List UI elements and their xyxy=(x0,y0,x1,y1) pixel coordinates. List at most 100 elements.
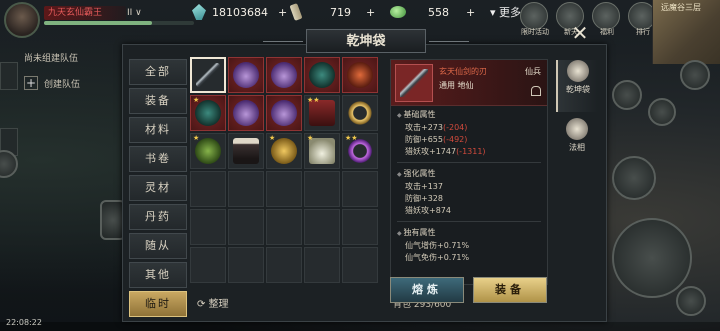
limited-event-icon[interactable]: 限时活动 xyxy=(520,2,549,36)
magic-treasure-icon xyxy=(566,118,588,140)
inventory-slot[interactable] xyxy=(190,171,226,207)
inventory-slot[interactable] xyxy=(190,247,226,283)
currency-scroll: 719 xyxy=(289,2,351,22)
qiankun-bag-icon xyxy=(567,60,589,82)
attribute-penalty: (-204) xyxy=(442,123,468,132)
equip-button[interactable]: 装备 xyxy=(473,277,547,303)
inventory-slot[interactable] xyxy=(304,171,340,207)
inventory-slot[interactable] xyxy=(190,209,226,245)
category-tab[interactable]: 材料 xyxy=(129,117,187,143)
player-indicator[interactable]: II ∨ xyxy=(127,8,142,18)
scroll-icon xyxy=(289,3,303,21)
clock: 22:08:22 xyxy=(6,318,42,327)
divider xyxy=(397,162,541,163)
category-tab[interactable]: 临时 xyxy=(129,291,187,317)
inventory-slot[interactable] xyxy=(228,133,264,169)
unique-attribute-line: 仙气增伤+0.71% xyxy=(405,241,470,250)
add-scroll-button[interactable]: + xyxy=(366,2,375,22)
star-rating: ★★ xyxy=(307,96,320,104)
inventory-slot[interactable] xyxy=(228,247,264,283)
tab-label: 法相 xyxy=(569,143,585,152)
category-tab[interactable]: 随从 xyxy=(129,233,187,259)
minimap-label: 远魔谷三层 xyxy=(661,3,701,12)
action-button[interactable] xyxy=(680,60,710,90)
welfare-icon[interactable]: 福利 xyxy=(592,2,620,36)
main-attack-button[interactable] xyxy=(612,218,692,298)
inventory-slot[interactable]: ★ xyxy=(190,133,226,169)
create-team-button[interactable]: + 创建队伍 xyxy=(0,74,124,92)
item-detail-thumbnail xyxy=(395,64,433,102)
inventory-slot[interactable]: ★★ xyxy=(304,95,340,131)
inventory-slot[interactable] xyxy=(190,57,226,93)
inventory-slot[interactable]: ★ xyxy=(266,133,302,169)
unique-attributes: 独有属性 仙气增伤+0.71% 仙气免伤+0.71% xyxy=(391,224,547,266)
bag-header: 乾坤袋 xyxy=(123,29,608,53)
inventory-slot[interactable] xyxy=(228,171,264,207)
currency-jade: 558 xyxy=(390,2,449,22)
star-rating: ★ xyxy=(269,134,276,142)
mask-icon xyxy=(271,100,297,126)
inventory-slot[interactable] xyxy=(342,247,378,283)
divider xyxy=(397,221,541,222)
tab-magic-treasure[interactable]: 法相 xyxy=(556,118,598,170)
inventory-slot[interactable] xyxy=(304,247,340,283)
lock-target-button[interactable] xyxy=(676,286,706,316)
inventory-slot[interactable] xyxy=(266,171,302,207)
inventory-slot[interactable] xyxy=(266,57,302,93)
lock-icon[interactable] xyxy=(531,86,541,96)
inventory-slot[interactable]: ★★ xyxy=(342,133,378,169)
inventory-slot[interactable] xyxy=(228,95,264,131)
inventory-slot[interactable] xyxy=(228,57,264,93)
tab-qiankun-bag[interactable]: 乾坤袋 xyxy=(556,60,598,112)
inventory-slot[interactable] xyxy=(342,209,378,245)
currency-spirit-gem: 18103684 xyxy=(192,2,268,22)
team-panel: 尚未组建队伍 + 创建队伍 xyxy=(0,40,124,98)
base-attribute-line: 猎妖攻+1747(-1311) xyxy=(397,146,539,158)
spirit-gem-icon xyxy=(192,4,206,20)
category-tab[interactable]: 装备 xyxy=(129,88,187,114)
close-button[interactable]: ✕ xyxy=(569,23,591,45)
category-tab[interactable]: 灵材 xyxy=(129,175,187,201)
inventory-slot[interactable]: ★ xyxy=(304,133,340,169)
inventory-slot[interactable] xyxy=(342,95,378,131)
inventory-slot[interactable] xyxy=(266,209,302,245)
base-attributes: 基础属性 攻击+273(-204)防御+655(-492)猎妖攻+1747(-1… xyxy=(391,106,547,160)
category-tab[interactable]: 全部 xyxy=(129,59,187,85)
inventory-slot[interactable] xyxy=(342,57,378,93)
unique-attributes-title: 独有属性 xyxy=(397,227,539,238)
player-avatar[interactable] xyxy=(4,2,40,38)
inventory-slot[interactable] xyxy=(266,95,302,131)
add-jade-button[interactable]: + xyxy=(466,2,475,22)
attribute-penalty: (-1311) xyxy=(456,147,486,156)
tab-label: 乾坤袋 xyxy=(566,85,590,94)
inventory-slot[interactable] xyxy=(304,57,340,93)
tidy-button[interactable]: ⟳ 整理 xyxy=(197,295,229,310)
more-button[interactable]: ▾ 更多 xyxy=(490,4,521,20)
bag-title: 乾坤袋 xyxy=(263,29,469,53)
action-button[interactable] xyxy=(612,80,642,110)
category-tab[interactable]: 丹药 xyxy=(129,204,187,230)
item-detail-header: 玄天仙剑的刃 仙兵 通用 地仙 xyxy=(391,60,547,106)
create-team-label: 创建队伍 xyxy=(44,79,81,90)
unique-attribute-line: 仙气免伤+0.71% xyxy=(405,253,470,262)
add-spirit-gem-button[interactable]: + xyxy=(278,2,287,22)
slab-icon xyxy=(233,138,259,164)
refine-button[interactable]: 熔炼 xyxy=(390,277,464,303)
inventory-slot[interactable]: ★ xyxy=(190,95,226,131)
action-button[interactable] xyxy=(648,98,676,126)
inventory-slot[interactable] xyxy=(228,209,264,245)
top-bar: 九天玄仙霸王 II ∨ 18103684 + 719 + 558 + ▾ 更多 … xyxy=(0,0,720,64)
inventory-slot[interactable] xyxy=(266,247,302,283)
skill-button[interactable] xyxy=(612,156,656,200)
inventory-slot[interactable] xyxy=(342,171,378,207)
currency-amount: 719 xyxy=(330,5,351,19)
minimap[interactable]: 远魔谷三层 xyxy=(652,0,720,64)
item-detail-panel: 玄天仙剑的刃 仙兵 通用 地仙 基础属性 攻击+273(-204)防御+655(… xyxy=(390,59,548,285)
jade-icon xyxy=(390,6,406,18)
enhance-attribute-line: 攻击+137 xyxy=(405,182,443,191)
currency-amount: 18103684 xyxy=(212,5,268,19)
category-tab[interactable]: 其他 xyxy=(129,262,187,288)
category-tab[interactable]: 书卷 xyxy=(129,146,187,172)
inventory-slot[interactable] xyxy=(304,209,340,245)
side-tab-button[interactable] xyxy=(0,62,18,90)
